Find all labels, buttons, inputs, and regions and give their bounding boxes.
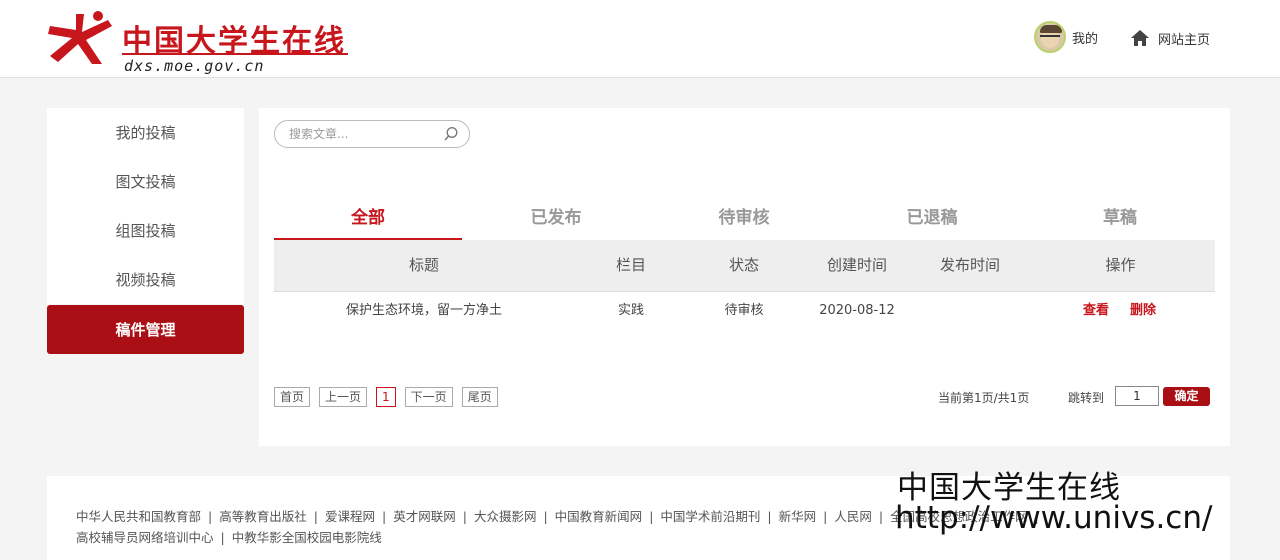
search-box (274, 120, 470, 148)
footer-link[interactable]: 中教华影全国校园电影院线 (232, 530, 382, 545)
table-row: 保护生态环境，留一方净土 实践 待审核 2020-08-12 查看 删除 (274, 291, 1215, 331)
sidebar-item-video-submit[interactable]: 视频投稿 (47, 255, 244, 304)
next-page-button[interactable]: 下一页 (404, 387, 453, 407)
home-icon[interactable] (1130, 29, 1150, 47)
sidebar-item-article-submit[interactable]: 图文投稿 (47, 157, 244, 206)
footer-link[interactable]: 中国教育新闻网 (555, 509, 643, 524)
column-header-status: 状态 (728, 256, 759, 274)
site-logo[interactable]: 中国大学生在线 dxs.moe.gov.cn (46, 8, 356, 75)
pagination: 首页 上一页 1 下一页 尾页 (274, 387, 507, 407)
manuscript-table: 标题 栏目 状态 创建时间 发布时间 操作 保护生态环境，留一方净土 实践 待审… (274, 240, 1215, 331)
footer-link[interactable]: 爱课程网 (325, 509, 375, 524)
column-header-published: 发布时间 (939, 256, 1000, 274)
logo-underline (122, 53, 348, 55)
footer-link[interactable]: 中华人民共和国教育部 (76, 509, 201, 524)
footer-link[interactable]: 高等教育出版社 (219, 509, 307, 524)
footer-link[interactable]: 英才网联网 (393, 509, 456, 524)
column-header-title: 标题 (408, 256, 439, 274)
jump-label: 跳转到 (1068, 391, 1105, 405)
logo-domain: dxs.moe.gov.cn (124, 57, 265, 75)
avatar[interactable] (1034, 21, 1066, 53)
view-link[interactable]: 查看 (1083, 292, 1109, 330)
tab-published[interactable]: 已发布 (462, 204, 650, 240)
cell-created: 2020-08-12 (819, 303, 895, 318)
sidebar-item-gallery-submit[interactable]: 组图投稿 (47, 206, 244, 255)
column-header-column: 栏目 (615, 256, 646, 274)
footer-link[interactable]: 新华网 (779, 509, 817, 524)
current-page-number[interactable]: 1 (376, 387, 396, 407)
search-icon[interactable] (443, 126, 459, 142)
tab-pending[interactable]: 待审核 (650, 204, 838, 240)
footer-link[interactable]: 大众摄影网 (474, 509, 537, 524)
search-input[interactable] (289, 125, 439, 143)
sidebar-item-my-submissions[interactable]: 我的投稿 (47, 108, 244, 157)
cell-column: 实践 (617, 303, 644, 318)
page-info: 当前第1页/共1页 (938, 391, 1030, 405)
tab-drafts[interactable]: 草稿 (1026, 204, 1214, 240)
status-tabs: 全部 已发布 待审核 已退稿 草稿 (274, 204, 1215, 240)
last-page-button[interactable]: 尾页 (461, 387, 498, 407)
tab-all[interactable]: 全部 (274, 204, 462, 240)
cell-status: 待审核 (724, 303, 764, 318)
footer-link[interactable]: 高校辅导员网络培训中心 (76, 530, 214, 545)
watermark-url: http://www.univs.cn/ (895, 500, 1213, 536)
table-header: 标题 栏目 状态 创建时间 发布时间 操作 (274, 240, 1215, 291)
first-page-button[interactable]: 首页 (274, 387, 311, 407)
column-header-actions: 操作 (1105, 256, 1136, 274)
confirm-jump-button[interactable]: 确定 (1163, 387, 1210, 406)
footer-link[interactable]: 中国学术前沿期刊 (660, 509, 760, 524)
delete-link[interactable]: 删除 (1130, 292, 1156, 330)
column-header-created: 创建时间 (826, 256, 887, 274)
cell-title: 保护生态环境，留一方净土 (345, 303, 502, 318)
main-panel: 全部 已发布 待审核 已退稿 草稿 标题 栏目 状态 创建时间 发布时间 操作 … (259, 108, 1230, 446)
home-link[interactable]: 网站主页 (1130, 27, 1210, 49)
home-label[interactable]: 网站主页 (1158, 29, 1210, 48)
runner-logo-icon (48, 11, 112, 64)
my-account-link[interactable]: 我的 (1034, 21, 1098, 53)
jump-page-input[interactable] (1115, 386, 1159, 406)
cell-published (914, 292, 1026, 330)
sidebar: 我的投稿 图文投稿 组图投稿 视频投稿 稿件管理 (47, 108, 244, 354)
site-header: 中国大学生在线 dxs.moe.gov.cn 我的 网站主页 (0, 0, 1280, 78)
prev-page-button[interactable]: 上一页 (319, 387, 368, 407)
my-account-label[interactable]: 我的 (1072, 28, 1098, 47)
footer-link[interactable]: 人民网 (834, 509, 872, 524)
tab-rejected[interactable]: 已退稿 (838, 204, 1026, 240)
sidebar-item-manuscript-management[interactable]: 稿件管理 (47, 305, 244, 354)
